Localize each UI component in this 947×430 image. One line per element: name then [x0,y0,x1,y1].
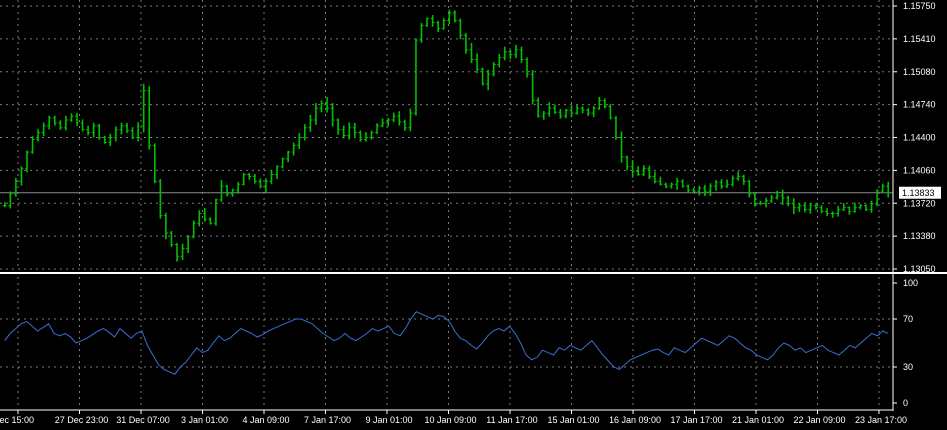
trading-chart: 1.15750 1.15410 1.15080 1.14740 1.14400 1.140… [0,0,947,430]
time-tick-label: 22 Jan 09:00 [793,415,845,425]
price-tick-label: 1.15750 [903,1,936,11]
time-tick-label: 27 Dec 23:00 [55,415,109,425]
time-tick-label: 31 Dec 07:00 [116,415,170,425]
chart-background [0,0,947,430]
current-price-badge: 1.13833 [899,186,941,199]
price-tick-label: 1.15080 [903,67,936,77]
time-tick-label: 23 Jan 17:00 [855,415,907,425]
time-tick-label: 3 Jan 01:00 [181,415,228,425]
time-tick-label: 4 Jan 09:00 [242,415,289,425]
time-tick-label: 21 Jan 01:00 [732,415,784,425]
price-tick-label: 1.15410 [903,34,936,44]
price-tick-label: 1.13720 [903,198,936,208]
time-tick-label: 7 Jan 17:00 [304,415,351,425]
time-tick-label: 17 Jan 17:00 [670,415,722,425]
time-tick-label: 11 Jan 17:00 [486,415,537,425]
time-tick-label: 9 Jan 01:00 [365,415,412,425]
current-price-label: 1.13833 [902,188,935,198]
price-tick-label: 1.13380 [903,231,936,241]
time-tick-label: ec 15:00 [0,415,34,425]
time-tick-label: 10 Jan 09:00 [424,415,476,425]
time-tick-label: 16 Jan 09:00 [609,415,661,425]
indicator-tick-label: 100 [903,278,918,288]
price-tick-label: 1.14400 [903,133,936,143]
indicator-tick-label: 30 [903,362,913,372]
indicator-tick-label: 70 [903,314,913,324]
time-tick-label: 15 Jan 01:00 [547,415,599,425]
price-tick-label: 1.14060 [903,165,936,175]
price-tick-label: 1.14740 [903,100,936,110]
indicator-tick-label: 0 [903,398,908,408]
